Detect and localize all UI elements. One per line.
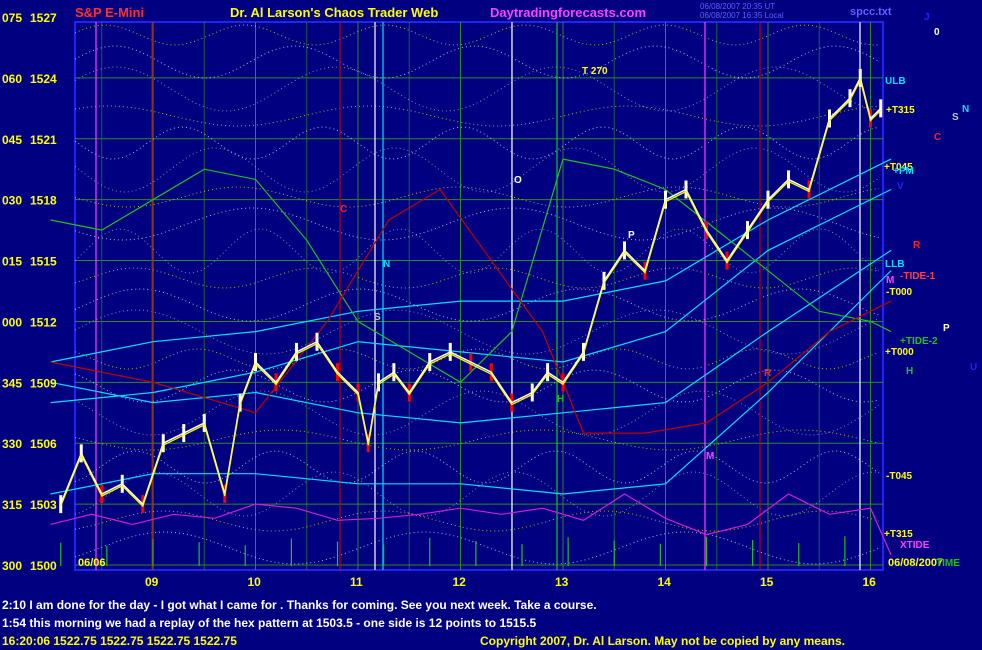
commentary-line-2: 1:54 this morning we had a replay of the…	[2, 616, 537, 630]
degree-tick-label: 330	[2, 437, 22, 451]
hour-tick-label: 11	[350, 575, 363, 589]
price-tick-label: 1506	[30, 437, 57, 451]
price-tick-label: 1524	[30, 72, 57, 86]
planet-glyph: J	[924, 12, 930, 23]
price-tick-label: 1521	[30, 133, 57, 147]
start-date-label: 06/06	[78, 557, 106, 569]
planet-glyph: R	[913, 240, 921, 251]
header-title: Dr. Al Larson's Chaos Trader Web	[230, 5, 438, 20]
degree-tick-label: 300	[2, 559, 22, 573]
right-margin-label: LLB	[885, 259, 904, 270]
hour-tick-label: 16	[863, 575, 877, 589]
right-margin-label: -T045	[886, 471, 913, 482]
price-tick-label: 1503	[30, 498, 57, 512]
right-margin-label: +T315	[884, 529, 913, 540]
degree-tick-label: 075	[2, 11, 22, 25]
chart-annotation: P	[628, 230, 635, 241]
right-margin-label: +T315	[886, 105, 915, 116]
copyright: Copyright 2007, Dr. Al Larson. May not b…	[480, 634, 845, 648]
right-margin-label: -TIDE-1	[900, 271, 935, 282]
end-date-label: 06/08/2007	[888, 557, 943, 569]
timestamp-local: 06/08/2007 16:35 Local	[700, 11, 784, 20]
hour-tick-label: 12	[453, 575, 467, 589]
planet-glyph: S	[952, 112, 959, 123]
price-chart: 075 1527060 1524045 1521030 1518015 1515000 15…	[2, 2, 977, 589]
planet-glyph: M	[886, 275, 894, 286]
hour-tick-label: 15	[760, 575, 774, 589]
chart-annotation: O	[514, 175, 522, 186]
chart-app: 075 1527 060 1524 045 1521 030 1518 015 1515 000 15…	[0, 0, 982, 650]
chart-annotation: C	[340, 204, 347, 215]
last-quote: 16:20:06 1522.75 1522.75 1522.75 1522.75	[2, 634, 237, 648]
planet-glyph: 0	[934, 27, 940, 38]
price-tick-label: 1515	[30, 255, 57, 269]
degree-tick-label: 045	[2, 133, 22, 147]
degree-tick-label: 060	[2, 72, 22, 86]
planet-glyph: C	[934, 132, 941, 143]
chart-annotation: R	[764, 368, 772, 379]
planet-glyph: V	[897, 181, 904, 192]
timestamp-ut: 06/08/2007 20:35 UT	[700, 2, 775, 11]
degree-tick-label: 315	[2, 498, 22, 512]
price-tick-label: 1518	[30, 194, 57, 208]
planet-glyph: P	[943, 323, 950, 334]
chart-annotation: M	[706, 451, 714, 462]
chart-annotation: H	[557, 394, 564, 405]
right-margin-label: TIME	[936, 558, 960, 569]
right-margin-label: XTIDE	[900, 540, 930, 551]
chart-title: S&P E-Mini	[75, 5, 144, 20]
chart-annotation: T 270	[582, 66, 608, 77]
price-tick-label: 1500	[30, 559, 57, 573]
price-tick-label: 1512	[30, 315, 57, 329]
right-margin-label: +PM	[893, 166, 914, 177]
planet-glyph: H	[906, 366, 913, 377]
hour-tick-label: 09	[145, 575, 159, 589]
right-margin-label: ULB	[885, 76, 906, 87]
hour-tick-label: 13	[555, 575, 569, 589]
chart-annotation: N	[383, 259, 390, 270]
plot-frame	[74, 21, 884, 571]
degree-tick-label: 030	[2, 194, 22, 208]
degree-tick-label: 015	[2, 255, 22, 269]
right-margin-label: +TIDE-2	[900, 336, 938, 347]
planet-glyph: N	[962, 104, 969, 115]
hour-tick-label: 14	[658, 575, 672, 589]
chart-annotation: S	[374, 312, 381, 323]
price-tick-label: 1527	[30, 11, 57, 25]
price-tick-label: 1509	[30, 376, 57, 390]
degree-tick-label: 000	[2, 315, 22, 329]
hour-tick-label: 10	[248, 575, 262, 589]
right-margin-label: +T000	[885, 347, 914, 358]
commentary-line-1: 2:10 I am done for the day - I got what …	[2, 598, 597, 612]
degree-tick-label: 345	[2, 376, 22, 390]
data-file-name: spcc.txt	[850, 6, 892, 18]
right-margin-label: -T000	[886, 287, 913, 298]
planet-glyph: U	[970, 362, 977, 373]
site-link: Daytradingforecasts.com	[490, 5, 646, 20]
